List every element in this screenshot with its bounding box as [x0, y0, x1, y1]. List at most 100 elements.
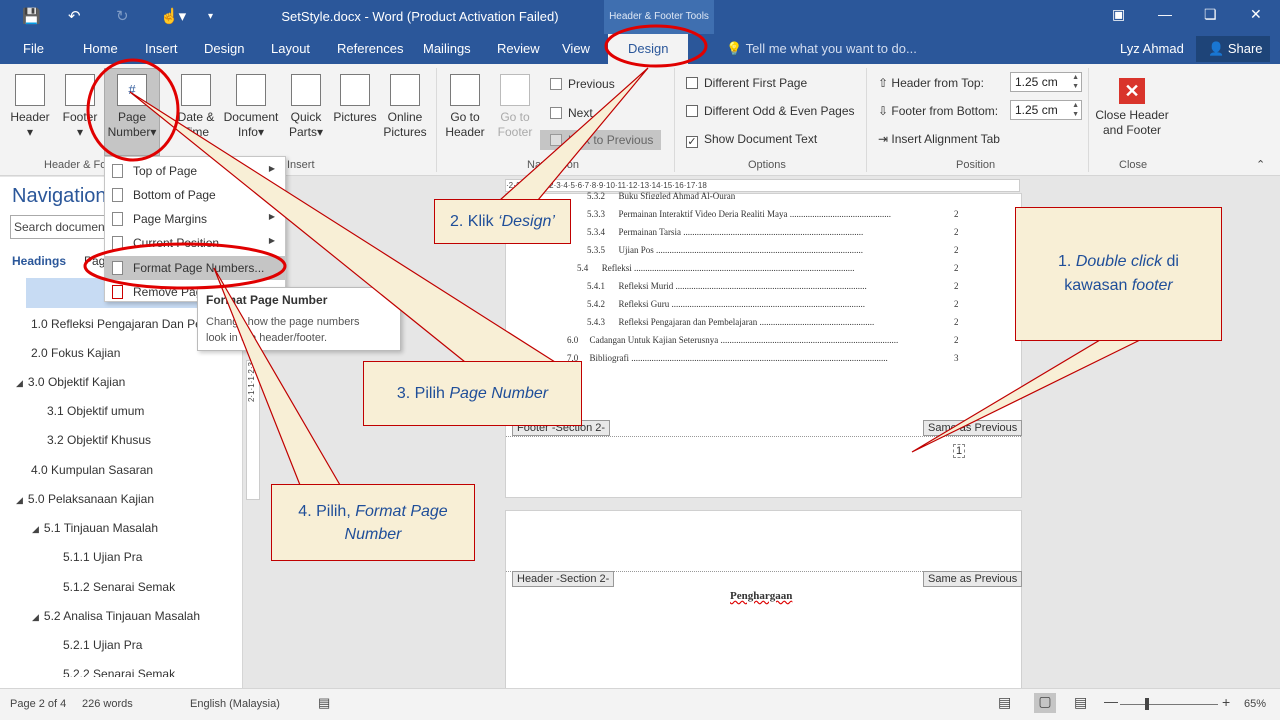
callout-3: 3. Pilih Page Number — [363, 361, 582, 426]
link-to-previous-button[interactable]: Link to Previous — [540, 130, 662, 150]
toc-entry: 5.4 Refleksi ...........................… — [577, 263, 855, 273]
menu-item-format-page-numbers[interactable]: Format Page Numbers... — [105, 256, 285, 280]
go-to-footer-button[interactable]: Go to Footer — [492, 74, 538, 140]
menu-item-page-margins[interactable]: Page Margins ▶ — [105, 207, 285, 231]
tab-file[interactable]: File — [23, 41, 44, 56]
nav-heading[interactable]: 3.1 Objektif umum — [47, 404, 144, 418]
callout-1: 1. Double click di kawasan footer — [1015, 207, 1222, 341]
collapse-triangle-icon[interactable]: ◢ — [32, 524, 39, 534]
footer-from-bottom-input[interactable]: 1.25 cm ▲ ▼ — [1010, 100, 1082, 120]
collapse-ribbon-icon[interactable]: ⌃ — [1256, 158, 1265, 171]
macro-record-icon[interactable]: ▤ — [318, 695, 330, 711]
tab-references[interactable]: References — [337, 41, 403, 56]
footer-icon — [65, 74, 95, 106]
user-name[interactable]: Lyz Ahmad — [1120, 41, 1184, 56]
tab-layout[interactable]: Layout — [271, 41, 310, 56]
header-button[interactable]: Header ▾ — [8, 74, 52, 140]
footer-from-bottom-value: 1.25 cm — [1015, 103, 1058, 117]
go-to-header-button[interactable]: Go to Header — [442, 74, 488, 140]
callout-4-emphasis-2: Number — [344, 525, 402, 543]
tab-design[interactable]: Design — [204, 41, 244, 56]
toc-entry: 5.3.3 Permainan Interaktif Video Deria R… — [587, 209, 891, 219]
nav-heading[interactable]: ◢ 5.2 Analisa Tinjauan Masalah — [32, 609, 200, 623]
pictures-button[interactable]: Pictures — [330, 74, 380, 125]
menu-item-bottom-of-page[interactable]: Bottom of Page ▶ — [105, 183, 285, 207]
document-info-button[interactable]: Document Info▾ — [222, 74, 280, 140]
collapse-triangle-icon[interactable]: ◢ — [16, 378, 23, 388]
footer-button[interactable]: Footer ▾ — [58, 74, 102, 140]
nav-tab-pages[interactable]: Pag — [84, 254, 105, 268]
spin-arrows-icon[interactable]: ▲ ▼ — [1072, 101, 1079, 119]
different-first-page-checkbox[interactable]: Different First Page — [686, 76, 807, 90]
nav-heading[interactable]: 3.2 Objektif Khusus — [47, 433, 151, 447]
submenu-arrow-icon: ▶ — [268, 212, 275, 221]
header-icon — [15, 74, 45, 106]
go-to-footer-label-1: Go to — [500, 110, 530, 124]
next-button[interactable]: Next — [550, 106, 593, 120]
word-count[interactable]: 226 words — [82, 698, 133, 710]
toc-entry: 6.0 Cadangan Untuk Kajian Seterusnya ...… — [567, 335, 899, 345]
zoom-out-icon[interactable]: — — [1104, 693, 1118, 709]
nav-heading[interactable]: 2.0 Fokus Kajian — [31, 346, 120, 360]
footer-page-number[interactable]: 1 — [953, 444, 966, 458]
print-layout-icon[interactable]: ▢ — [1034, 693, 1056, 713]
nav-heading[interactable]: ◢ 5.1 Tinjauan Masalah — [32, 521, 158, 535]
ribbon-display-icon[interactable]: ▣ — [1112, 6, 1125, 23]
toc-num: 5.3.2 — [587, 191, 605, 199]
page-number-button[interactable]: # Page Number▾ — [104, 74, 160, 140]
nav-heading-label: 5.0 Pelaksanaan Kajian — [27, 492, 155, 506]
language[interactable]: English (Malaysia) — [190, 698, 280, 710]
spin-arrows-icon[interactable]: ▲ ▼ — [1072, 73, 1079, 91]
zoom-slider-track[interactable] — [1120, 704, 1218, 705]
quick-parts-button[interactable]: Quick Parts▾ — [284, 74, 328, 140]
collapse-triangle-icon[interactable]: ◢ — [32, 612, 39, 622]
zoom-level[interactable]: 65% — [1244, 698, 1266, 710]
nav-heading[interactable]: ◢ 3.0 Objektif Kajian — [16, 375, 125, 389]
tab-mailings[interactable]: Mailings — [423, 41, 471, 56]
remove-page-number-icon — [112, 285, 123, 299]
close-icon[interactable]: ✕ — [1250, 6, 1262, 23]
page-count[interactable]: Page 2 of 4 — [10, 698, 66, 710]
close-header-footer-button[interactable]: ✕ Close Header and Footer — [1094, 78, 1170, 138]
collapse-triangle-icon[interactable]: ◢ — [16, 495, 23, 505]
tab-home[interactable]: Home — [83, 41, 118, 56]
nav-heading[interactable]: 5.2.1 Ujian Pra — [63, 638, 142, 652]
show-document-text-checkbox[interactable]: ✓ Show Document Text — [686, 132, 817, 148]
read-mode-icon[interactable]: ▤ — [998, 694, 1011, 711]
nav-heading[interactable]: 5.1.2 Senarai Semak — [63, 580, 175, 594]
nav-heading[interactable]: 5.2.2 Senarai Semak — [63, 667, 175, 677]
nav-heading[interactable]: 5.1.1 Ujian Pra — [63, 550, 142, 564]
insert-alignment-tab-button[interactable]: ⇥ Insert Alignment Tab — [878, 132, 1000, 146]
group-header-footer-label: Header & Fo — [44, 159, 107, 171]
document-page[interactable] — [505, 193, 1022, 498]
date-time-button[interactable]: Date & Time — [172, 74, 220, 140]
tell-me-box[interactable]: 💡 Tell me what you want to do... — [726, 41, 917, 57]
menu-item-label: Current Position — [133, 236, 220, 250]
tab-header-footer-design[interactable]: Design — [608, 34, 689, 64]
web-layout-icon[interactable]: ▤ — [1074, 694, 1087, 711]
zoom-slider-thumb[interactable] — [1145, 698, 1149, 710]
tab-review[interactable]: Review — [497, 41, 540, 56]
tab-insert[interactable]: Insert — [145, 41, 178, 56]
toc-num: 5.4.3 — [587, 317, 605, 327]
nav-heading-label: 5.2 Analisa Tinjauan Masalah — [43, 609, 201, 623]
online-pictures-button[interactable]: Online Pictures — [380, 74, 430, 140]
nav-heading[interactable]: ◢ 5.0 Pelaksanaan Kajian — [16, 492, 154, 506]
share-button[interactable]: 👤 Share — [1196, 36, 1270, 62]
different-odd-even-checkbox[interactable]: Different Odd & Even Pages — [686, 104, 855, 118]
tab-view[interactable]: View — [562, 41, 590, 56]
different-odd-even-label: Different Odd & Even Pages — [704, 104, 855, 118]
nav-tab-headings[interactable]: Headings — [12, 254, 66, 268]
menu-item-current-position[interactable]: Current Position ▶ — [105, 231, 285, 255]
header-from-top-input[interactable]: 1.25 cm ▲ ▼ — [1010, 72, 1082, 92]
zoom-in-icon[interactable]: + — [1222, 694, 1230, 710]
restore-icon[interactable]: ❏ — [1204, 6, 1217, 23]
horizontal-ruler[interactable]: ·2·1·1·1· ·1·2·3·4·5·6·7·8·9·10·11·12·13… — [505, 179, 1020, 192]
callout-2-emphasis: ‘Design’ — [498, 212, 555, 230]
minimize-icon[interactable]: — — [1158, 6, 1172, 22]
nav-heading[interactable]: 4.0 Kumpulan Sasaran — [31, 463, 153, 477]
menu-item-top-of-page[interactable]: Top of Page ▶ — [105, 159, 285, 183]
previous-button[interactable]: Previous — [550, 77, 615, 91]
nav-heading[interactable]: 1.0 Refleksi Pengajaran Dan Pem — [31, 317, 212, 331]
toc-entry: 5.4.1 Refleksi Murid ...................… — [587, 281, 867, 291]
